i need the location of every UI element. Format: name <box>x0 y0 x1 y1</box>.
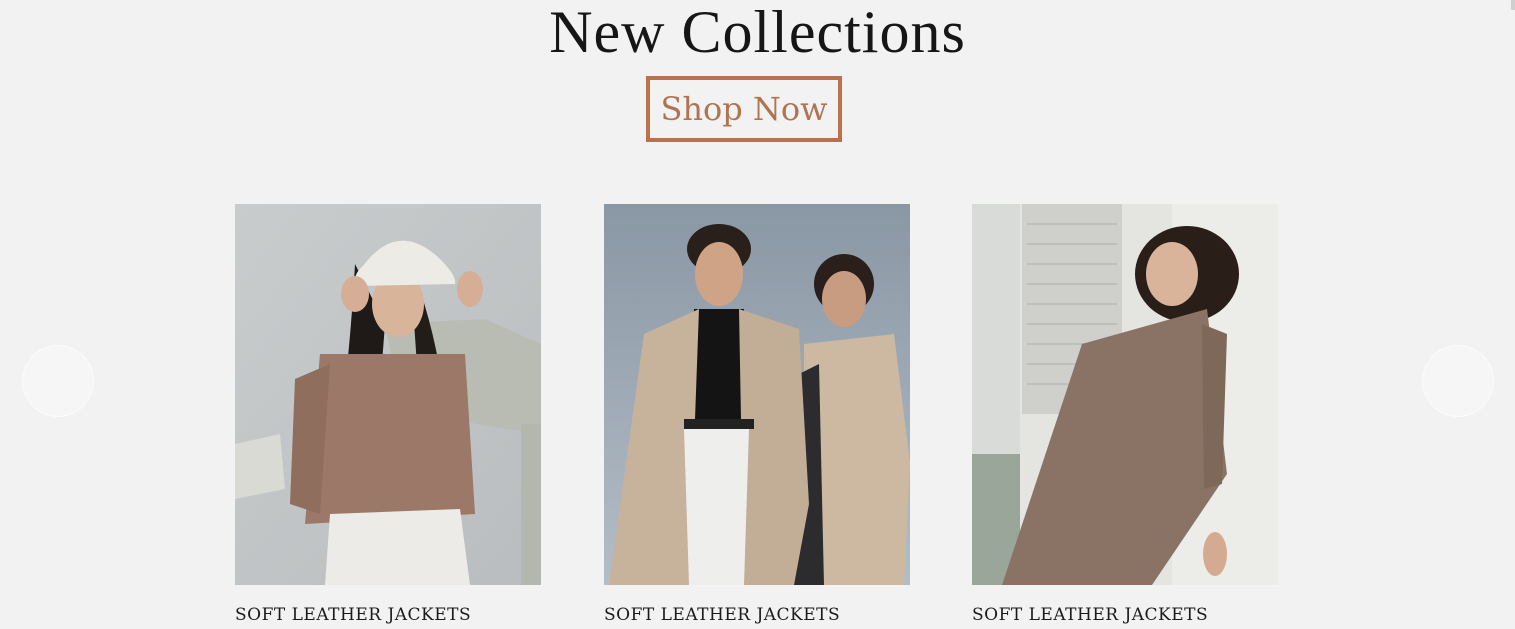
product-card[interactable]: SOFT LEATHER JACKETS <box>972 204 1278 625</box>
section-title: New Collections <box>549 0 966 65</box>
photo-woman-plaid-suit <box>972 204 1278 585</box>
product-image[interactable] <box>604 204 910 585</box>
photo-two-women-trench-coats <box>604 204 910 585</box>
product-image[interactable] <box>235 204 541 585</box>
photo-woman-bucket-hat <box>235 204 541 585</box>
product-card[interactable]: SOFT LEATHER JACKETS <box>235 204 541 625</box>
product-title[interactable]: SOFT LEATHER JACKETS <box>235 605 541 625</box>
carousel-next-button[interactable] <box>1422 345 1494 417</box>
carousel-prev-button[interactable] <box>22 345 94 417</box>
product-card[interactable]: SOFT LEATHER JACKETS <box>604 204 910 625</box>
product-title[interactable]: SOFT LEATHER JACKETS <box>604 605 910 625</box>
shop-now-button[interactable]: Shop Now <box>646 76 842 142</box>
product-image[interactable] <box>972 204 1278 585</box>
new-collections-page: New Collections Shop Now SOFT LEATHER JA… <box>0 0 1515 629</box>
product-title[interactable]: SOFT LEATHER JACKETS <box>972 605 1278 625</box>
